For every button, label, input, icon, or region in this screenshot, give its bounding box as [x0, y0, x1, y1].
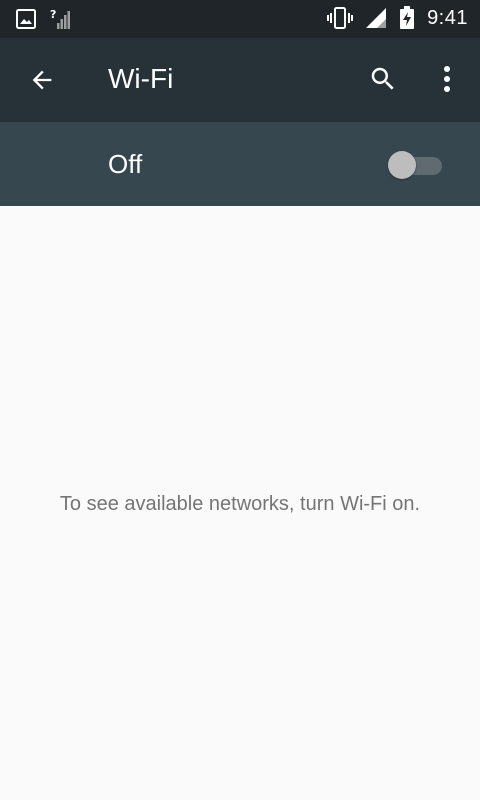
more-vert-icon [442, 65, 452, 93]
wifi-settings-screen: ? 9:41 Wi-Fi Off To see available networ… [0, 0, 480, 800]
status-bar-left: ? [16, 8, 72, 30]
toolbar: Wi-Fi [0, 38, 480, 122]
signal-unknown-icon: ? [50, 8, 72, 30]
signal-strength-icon [365, 7, 387, 29]
search-icon [368, 64, 398, 94]
arrow-back-icon [28, 66, 56, 94]
wifi-switch-label: Off [108, 149, 143, 179]
status-bar-right: 9:41 [327, 6, 468, 30]
page-title: Wi-Fi [108, 63, 174, 94]
status-bar: ? 9:41 [0, 0, 480, 38]
status-time: 9:41 [427, 6, 468, 29]
wifi-switch-bar[interactable]: Off [0, 122, 480, 206]
more-options-button[interactable] [434, 62, 460, 96]
image-notification-icon [16, 9, 36, 29]
svg-text:?: ? [50, 8, 56, 21]
network-list-area: To see available networks, turn Wi-Fi on… [0, 206, 480, 800]
battery-charging-icon [399, 6, 415, 30]
back-button[interactable] [26, 64, 58, 96]
toggle-thumb[interactable] [388, 151, 416, 179]
vibrate-icon [327, 6, 354, 30]
empty-state-message: To see available networks, turn Wi-Fi on… [59, 493, 421, 515]
search-button[interactable] [366, 62, 400, 96]
wifi-toggle-switch[interactable] [388, 150, 444, 179]
